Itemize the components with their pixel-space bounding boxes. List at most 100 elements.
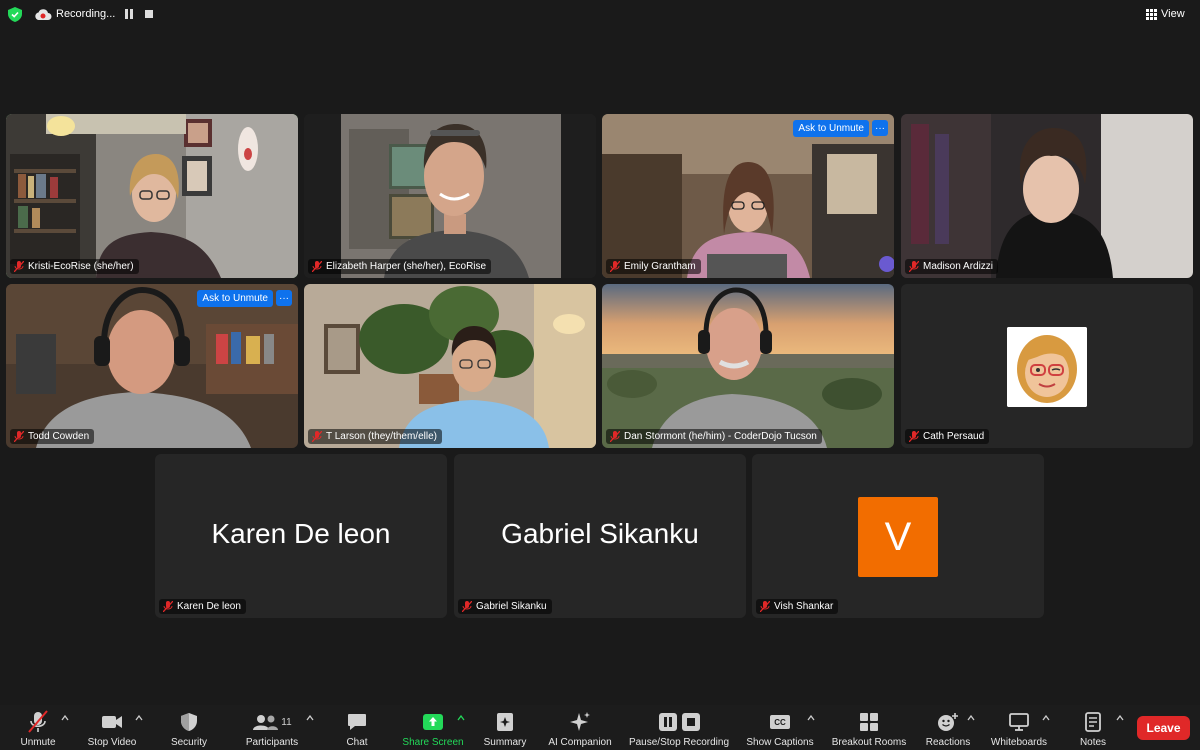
participant-name-tag: T Larson (they/them/elle) (308, 429, 442, 444)
mic-muted-icon (462, 601, 472, 612)
share-screen-button[interactable]: Share Screen (399, 705, 467, 750)
mic-muted-icon (14, 261, 24, 272)
participant-avatar (1007, 327, 1087, 407)
video-tile-t-larson[interactable]: T Larson (they/them/elle) (304, 284, 596, 448)
mic-muted-icon (312, 261, 322, 272)
audio-options-caret[interactable] (61, 715, 69, 721)
share-screen-label: Share Screen (402, 737, 464, 748)
video-tile-karen[interactable]: Karen De leon Karen De leon (155, 454, 447, 618)
unmute-request-controls: Ask to Unmute ··· (793, 120, 888, 137)
leave-meeting-button[interactable]: Leave (1137, 716, 1190, 740)
video-options-caret[interactable] (135, 715, 143, 721)
participant-name: T Larson (they/them/elle) (326, 431, 437, 442)
chat-label: Chat (346, 737, 368, 748)
participant-name: Dan Stormont (he/him) - CoderDojo Tucson (624, 431, 817, 442)
pause-stop-recording-label: Pause/Stop Recording (628, 737, 730, 748)
pause-stop-recording-button[interactable]: Pause/Stop Recording (625, 705, 733, 750)
view-label: View (1161, 8, 1185, 20)
participant-display-name: Gabriel Sikanku (501, 518, 699, 549)
participants-icon (253, 715, 279, 730)
grid-view-icon (1146, 8, 1157, 20)
ai-companion-label: AI Companion (548, 737, 612, 748)
video-tile-madison[interactable]: Madison Ardizzi (901, 114, 1193, 278)
mic-muted-icon (163, 601, 173, 612)
chat-button[interactable]: Chat (337, 705, 377, 750)
cartoon-avatar-icon (1007, 327, 1087, 407)
more-options-button[interactable]: ··· (276, 290, 292, 306)
video-tile-todd[interactable]: Ask to Unmute ··· Todd Cowden (6, 284, 298, 448)
participant-video-feed (6, 284, 298, 448)
show-captions-button[interactable]: CC Show Captions (743, 705, 817, 750)
mic-muted-icon (610, 431, 620, 442)
video-tile-kristi[interactable]: Kristi-EcoRise (she/her) (6, 114, 298, 278)
participant-name: Emily Grantham (624, 261, 696, 272)
captions-options-caret[interactable] (807, 715, 815, 721)
video-tile-cath[interactable]: Cath Persaud (901, 284, 1193, 448)
recording-status-label: Recording... (56, 8, 116, 20)
participant-name: Karen De leon (177, 601, 241, 612)
stop-video-label: Stop Video (87, 737, 137, 748)
stop-recording-button[interactable] (145, 10, 153, 18)
reactions-options-caret[interactable] (967, 715, 975, 721)
participant-video-feed (304, 284, 596, 448)
whiteboards-button[interactable]: Whiteboards (985, 705, 1053, 750)
participant-name: Kristi-EcoRise (she/her) (28, 261, 134, 272)
participant-name: Madison Ardizzi (923, 261, 994, 272)
ask-to-unmute-button[interactable]: Ask to Unmute (197, 290, 273, 307)
notes-button[interactable]: Notes (1073, 705, 1113, 750)
stop-video-button[interactable]: Stop Video (80, 705, 144, 750)
meeting-toolbar: Unmute Stop Video Security 11 Participan… (0, 705, 1200, 750)
reactions-button[interactable]: Reactions (921, 705, 975, 750)
participant-name: Gabriel Sikanku (476, 601, 547, 612)
participant-name: Vish Shankar (774, 601, 834, 612)
participant-name: Todd Cowden (28, 431, 90, 442)
participant-video-feed (6, 114, 298, 278)
whiteboards-label: Whiteboards (990, 737, 1048, 748)
video-tile-vish[interactable]: V Vish Shankar (752, 454, 1044, 618)
participant-name-tag: Dan Stormont (he/him) - CoderDojo Tucson (606, 429, 822, 444)
participant-name-tag: Gabriel Sikanku (458, 599, 552, 614)
summary-icon (497, 713, 513, 731)
participants-button[interactable]: 11 Participants (240, 705, 304, 750)
breakout-rooms-label: Breakout Rooms (831, 737, 907, 748)
participant-name-tag: Todd Cowden (10, 429, 95, 444)
participant-name-tag: Kristi-EcoRise (she/her) (10, 259, 139, 274)
mic-muted-icon (909, 261, 919, 272)
video-tile-gabriel[interactable]: Gabriel Sikanku Gabriel Sikanku (454, 454, 746, 618)
captions-icon: CC (770, 715, 790, 729)
participant-name-tag: Cath Persaud (905, 429, 990, 444)
notes-options-caret[interactable] (1116, 715, 1124, 721)
whiteboards-options-caret[interactable] (1042, 715, 1050, 721)
participants-options-caret[interactable] (306, 715, 314, 721)
share-screen-icon (423, 714, 443, 730)
video-tile-dan[interactable]: Dan Stormont (he/him) - CoderDojo Tucson (602, 284, 894, 448)
encryption-shield-icon[interactable] (8, 7, 22, 22)
participant-video-feed (304, 114, 596, 278)
more-options-button[interactable]: ··· (872, 120, 888, 136)
reactions-emoji-icon (938, 713, 958, 731)
security-button[interactable]: Security (164, 705, 214, 750)
whiteboard-icon (1009, 713, 1029, 731)
participants-label: Participants (245, 737, 299, 748)
share-options-caret[interactable] (457, 715, 465, 721)
participant-video-feed (901, 114, 1193, 278)
participant-name-tag: Karen De leon (159, 599, 246, 614)
video-tile-emily[interactable]: Ask to Unmute ··· Emily Grantham (602, 114, 894, 278)
summary-button[interactable]: Summary (480, 705, 530, 750)
unmute-button[interactable]: Unmute (12, 705, 64, 750)
participant-avatar: V (858, 497, 938, 577)
video-tile-elizabeth[interactable]: Elizabeth Harper (she/her), EcoRise (304, 114, 596, 278)
stop-icon (681, 713, 700, 731)
ask-to-unmute-button[interactable]: Ask to Unmute (793, 120, 869, 137)
pause-recording-button[interactable] (124, 9, 134, 19)
ai-companion-button[interactable]: AI Companion (545, 705, 615, 750)
view-button[interactable]: View (1146, 4, 1194, 24)
unmute-request-controls: Ask to Unmute ··· (197, 290, 292, 307)
mic-muted-icon (14, 431, 24, 442)
video-camera-icon (102, 716, 122, 728)
mic-muted-icon (610, 261, 620, 272)
participant-name: Elizabeth Harper (she/her), EcoRise (326, 261, 487, 272)
breakout-rooms-button[interactable]: Breakout Rooms (827, 705, 911, 750)
participant-name-tag: Madison Ardizzi (905, 259, 999, 274)
mic-muted-icon (760, 601, 770, 612)
